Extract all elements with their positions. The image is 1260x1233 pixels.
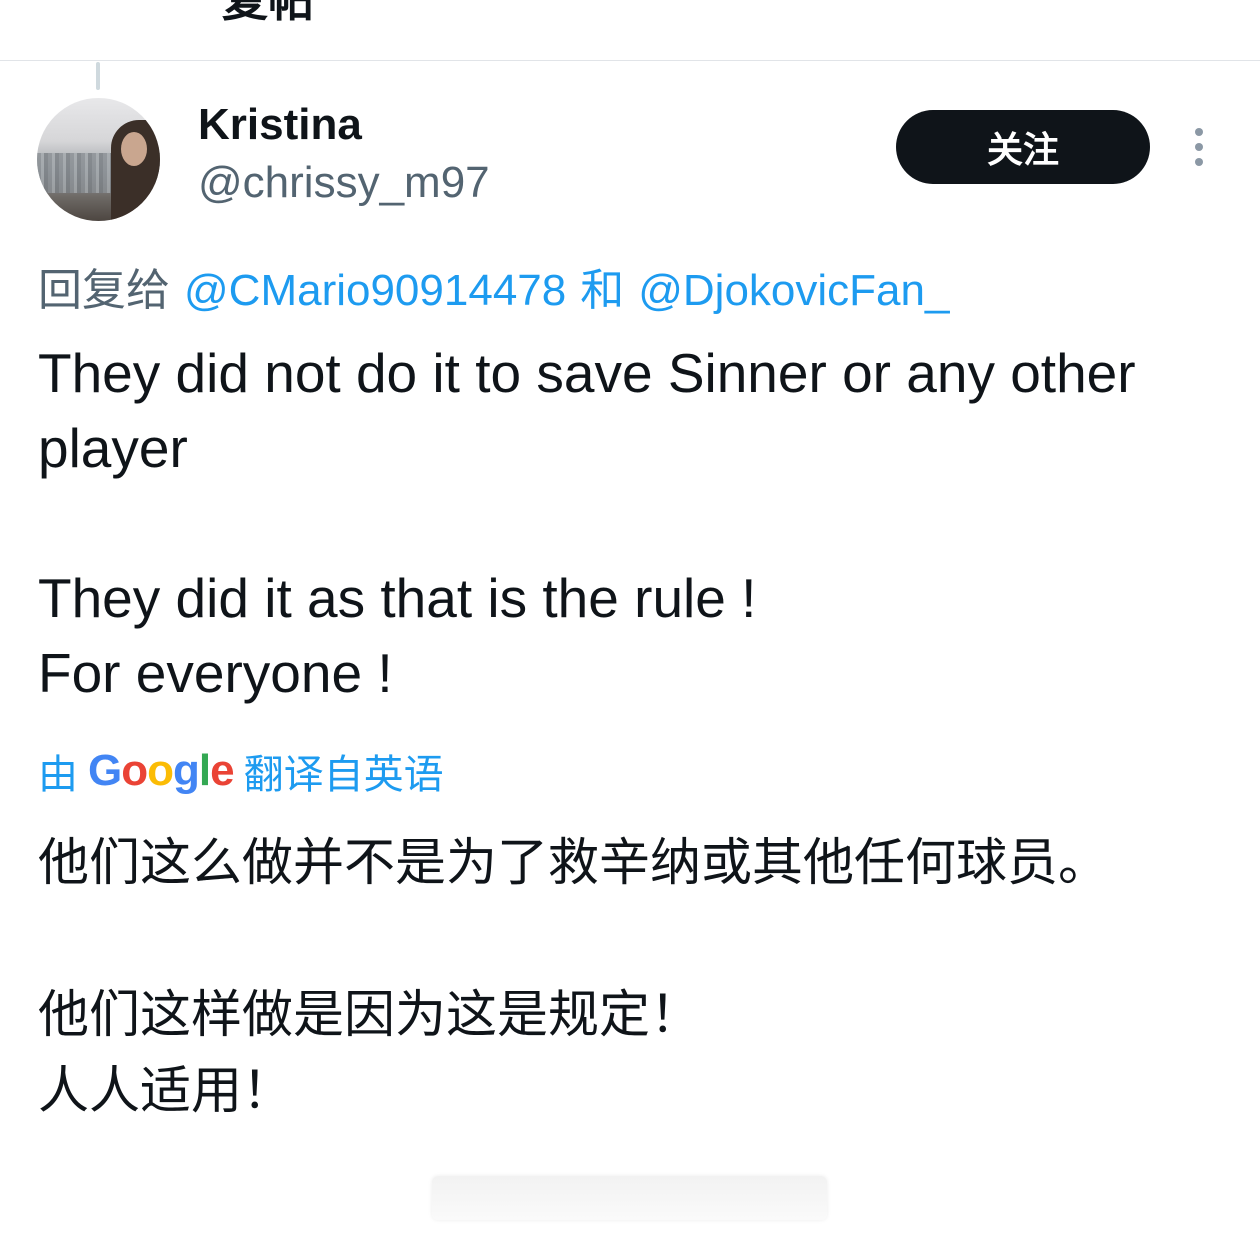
reply-prefix: 回复给 (38, 265, 170, 316)
translated-by-prefix: 由 (38, 752, 78, 798)
reply-mention-link[interactable]: @DjokovicFan_ (638, 266, 949, 315)
tweet-text: They did not do it to save Sinner or any… (38, 342, 1136, 704)
reply-mention-link[interactable]: @CMario90914478 (184, 266, 566, 315)
translation-attribution[interactable]: 由 Google 翻译自英语 (38, 742, 444, 800)
top-bar: 复帖 (0, 0, 1260, 61)
reply-connector: 和 (580, 265, 625, 316)
google-logo: Google (88, 746, 235, 795)
thread-connector-line (96, 62, 100, 90)
author-name[interactable]: Kristina (198, 100, 362, 150)
scrollbar[interactable] (432, 1176, 827, 1220)
translated-tweet-text: 他们这么做并不是为了救辛纳或其他任何球员。 他们这样做是因为这是规定！ 人人适用… (38, 834, 1110, 1121)
reply-to-line: 回复给 @CMario90914478 和 @DjokovicFan_ (38, 254, 949, 318)
more-vertical-icon[interactable] (1188, 128, 1210, 168)
page-title: 复帖 (222, 0, 314, 27)
translated-by-suffix: 翻译自英语 (243, 752, 444, 798)
author-handle[interactable]: @chrissy_m97 (198, 158, 490, 208)
avatar[interactable] (37, 98, 160, 221)
follow-button[interactable]: 关注 (896, 110, 1150, 184)
